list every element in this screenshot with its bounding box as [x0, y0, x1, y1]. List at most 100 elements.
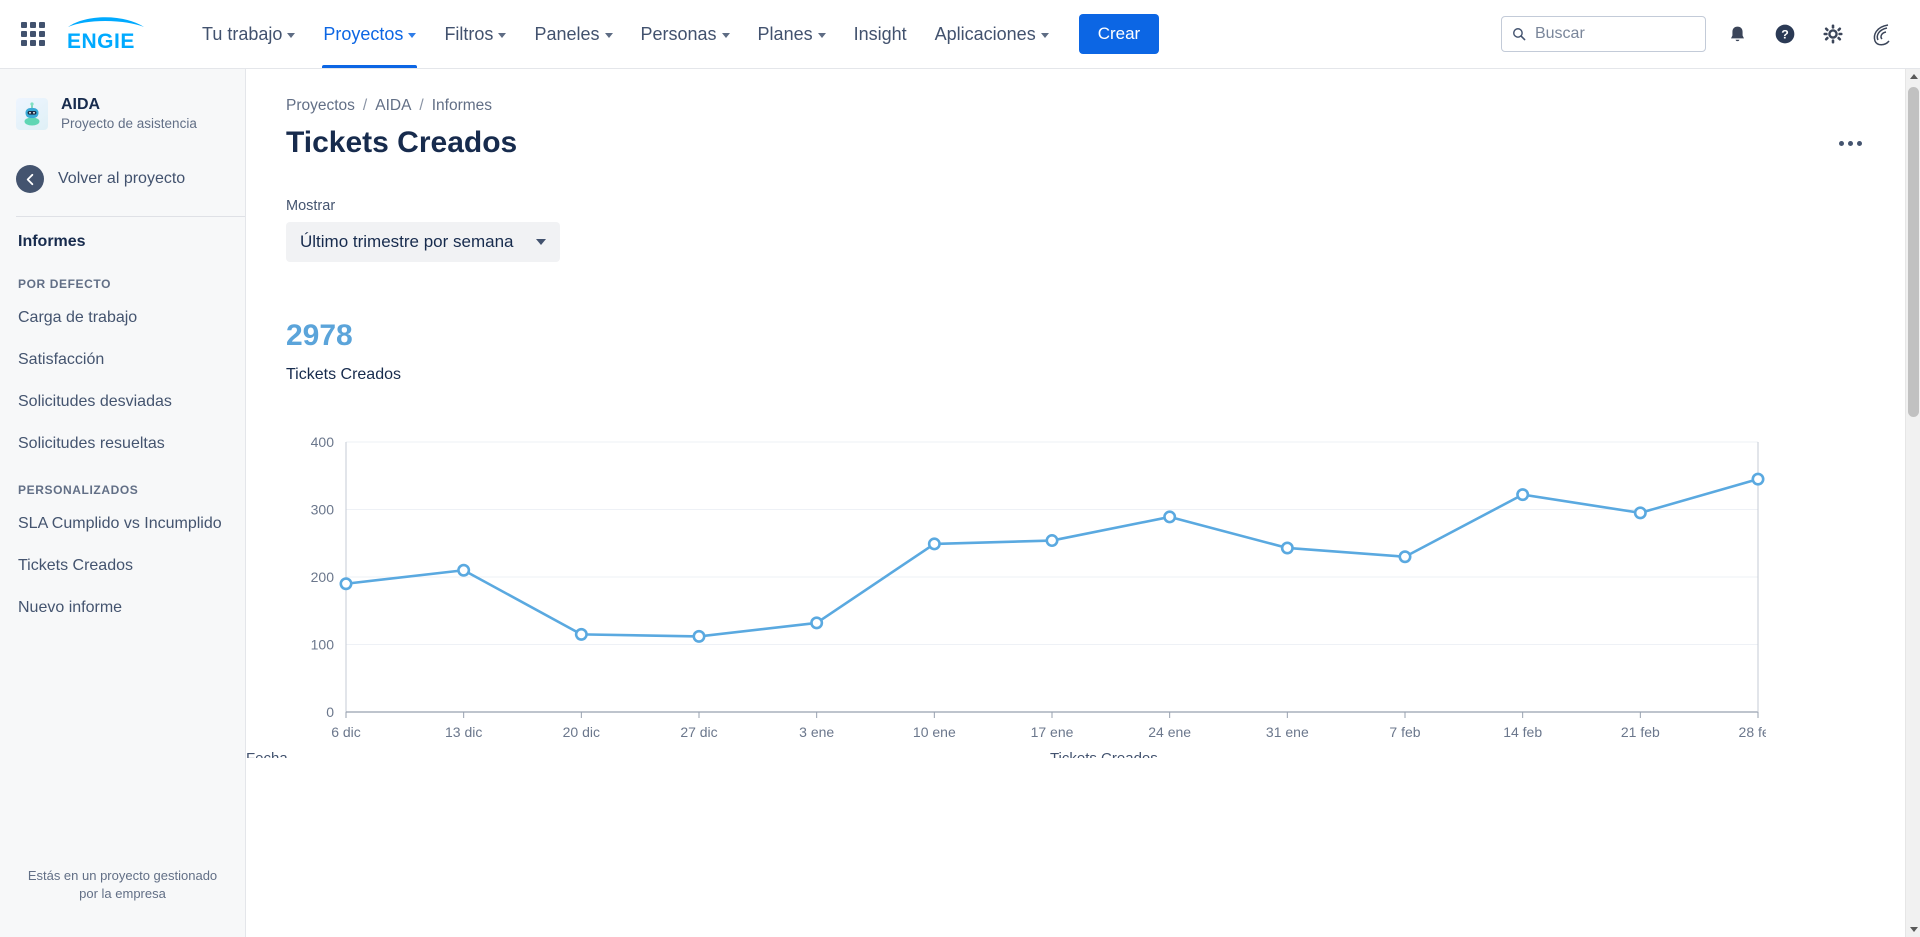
sidebar-back-to-project[interactable]: Volver al proyecto [0, 155, 245, 203]
x-axis-tick-label: 17 ene [1031, 724, 1074, 740]
nav-label: Proyectos [323, 22, 403, 46]
nav-item-insight[interactable]: Insight [840, 0, 921, 68]
sidebar-item-sla-cumplido-vs-incumplido[interactable]: SLA Cumplido vs Incumplido [0, 503, 245, 545]
sidebar-item-tickets-creados[interactable]: Tickets Creados [0, 545, 245, 587]
nav-label: Planes [758, 22, 813, 46]
y-axis-tick-label: 0 [326, 704, 334, 720]
main-content: Proyectos / AIDA / Informes Tickets Crea… [246, 69, 1920, 937]
chevron-down-icon [287, 33, 295, 38]
nav-item-proyectos[interactable]: Proyectos [309, 0, 430, 68]
chevron-down-icon [536, 239, 546, 245]
nav-item-paneles[interactable]: Paneles [520, 0, 626, 68]
y-axis-tick-label: 100 [311, 637, 335, 653]
top-navigation-bar: ENGIE Tu trabajo Proyectos Filtros Panel… [0, 0, 1920, 69]
y-axis-tick-label: 400 [311, 434, 335, 450]
nav-item-aplicaciones[interactable]: Aplicaciones [921, 0, 1063, 68]
data-point-marker[interactable] [811, 618, 821, 628]
series-line [346, 479, 1758, 636]
filter-label: Mostrar [286, 198, 1880, 214]
data-point-marker[interactable] [341, 579, 351, 589]
data-point-marker[interactable] [1400, 552, 1410, 562]
apps-grid-icon[interactable] [18, 19, 48, 49]
breadcrumb-item-informes[interactable]: Informes [432, 97, 492, 115]
sidebar-section-title: Informes [0, 217, 245, 259]
data-point-marker[interactable] [458, 565, 468, 575]
x-axis-tick-label: 13 dic [445, 724, 482, 740]
sidebar-group-label-default: POR DEFECTO [0, 259, 245, 297]
nav-label: Insight [854, 22, 907, 46]
data-point-marker[interactable] [929, 539, 939, 549]
y-axis-tick-label: 200 [311, 569, 335, 585]
x-axis-tick-label: 31 ene [1266, 724, 1309, 740]
nav-item-tu-trabajo[interactable]: Tu trabajo [188, 0, 309, 68]
x-axis-tick-label: 24 ene [1148, 724, 1191, 740]
sidebar: AIDA Proyecto de asistencia Volver al pr… [0, 69, 246, 937]
sidebar-item-carga-de-trabajo[interactable]: Carga de trabajo [0, 297, 245, 339]
legend-series-label: Tickets Creados [1050, 750, 1158, 758]
scroll-down-arrow-icon[interactable] [1906, 922, 1920, 937]
nav-item-personas[interactable]: Personas [627, 0, 744, 68]
breadcrumb-item-proyectos[interactable]: Proyectos [286, 97, 355, 115]
chart-bottom-legend-clipped: Fecha Tickets Creados [246, 750, 1920, 758]
nav-label: Filtros [444, 22, 493, 46]
sidebar-item-satisfaccion[interactable]: Satisfacción [0, 339, 245, 381]
project-name: AIDA [61, 95, 197, 114]
arrow-left-icon [16, 165, 44, 193]
sidebar-item-solicitudes-resueltas[interactable]: Solicitudes resueltas [0, 423, 245, 465]
nav-label: Tu trabajo [202, 22, 282, 46]
sidebar-item-nuevo-informe[interactable]: Nuevo informe [0, 587, 245, 629]
help-icon[interactable]: ? [1768, 17, 1802, 51]
chevron-down-icon [408, 33, 416, 38]
breadcrumb-item-aida[interactable]: AIDA [375, 97, 411, 115]
page-body: AIDA Proyecto de asistencia Volver al pr… [0, 69, 1920, 937]
chevron-down-icon [818, 33, 826, 38]
data-point-marker[interactable] [1282, 543, 1292, 553]
x-axis-tick-label: 6 dic [331, 724, 361, 740]
x-axis-tick-label: 10 ene [913, 724, 956, 740]
data-point-marker[interactable] [1635, 508, 1645, 518]
nav-right-cluster: ? [1501, 16, 1898, 52]
nav-item-filtros[interactable]: Filtros [430, 0, 520, 68]
data-point-marker[interactable] [694, 631, 704, 641]
period-select[interactable]: Último trimestre por semana [286, 222, 560, 262]
summary-label: Tickets Creados [286, 366, 1880, 384]
data-point-marker[interactable] [1164, 512, 1174, 522]
page-title: Tickets Creados [286, 124, 517, 162]
x-axis-tick-label: 20 dic [563, 724, 600, 740]
breadcrumb-separator: / [363, 97, 367, 115]
search-box[interactable] [1501, 16, 1706, 52]
settings-icon[interactable] [1816, 17, 1850, 51]
svg-text:?: ? [1781, 28, 1789, 42]
sidebar-item-solicitudes-desviadas[interactable]: Solicitudes desviadas [0, 381, 245, 423]
sidebar-footer-note: Estás en un proyecto gestionado por la e… [0, 867, 245, 937]
search-input[interactable] [1535, 25, 1695, 43]
data-point-marker[interactable] [1047, 535, 1057, 545]
main-scrollbar[interactable] [1905, 69, 1920, 937]
profile-icon[interactable] [1864, 17, 1898, 51]
data-point-marker[interactable] [1517, 489, 1527, 499]
x-axis-tick-label: 14 feb [1503, 724, 1542, 740]
scroll-up-arrow-icon[interactable] [1906, 69, 1920, 84]
scrollbar-thumb[interactable] [1908, 87, 1919, 417]
page-title-row: Tickets Creados [286, 124, 1880, 162]
notifications-icon[interactable] [1720, 17, 1754, 51]
create-button[interactable]: Crear [1079, 14, 1160, 54]
data-point-marker[interactable] [576, 629, 586, 639]
nav-item-planes[interactable]: Planes [744, 0, 840, 68]
chart-svg: 01002003004006 dic13 dic20 dic27 dic3 en… [286, 428, 1766, 758]
project-avatar-icon [16, 98, 48, 130]
nav-label: Paneles [534, 22, 599, 46]
summary-value: 2978 [286, 318, 1880, 354]
sidebar-group-label-custom: PERSONALIZADOS [0, 465, 245, 503]
x-axis-tick-label: 21 feb [1621, 724, 1660, 740]
breadcrumb-separator: / [419, 97, 423, 115]
back-label: Volver al proyecto [58, 170, 185, 188]
engie-logo[interactable]: ENGIE [60, 16, 152, 52]
more-actions-icon[interactable] [1832, 126, 1868, 160]
x-axis-tick-label: 3 ene [799, 724, 834, 740]
data-point-marker[interactable] [1753, 474, 1763, 484]
period-select-value: Último trimestre por semana [300, 231, 514, 253]
legend-axis-label: Fecha [246, 750, 288, 758]
sidebar-project-header[interactable]: AIDA Proyecto de asistencia [0, 85, 245, 143]
tickets-created-line-chart: 01002003004006 dic13 dic20 dic27 dic3 en… [286, 428, 1880, 758]
